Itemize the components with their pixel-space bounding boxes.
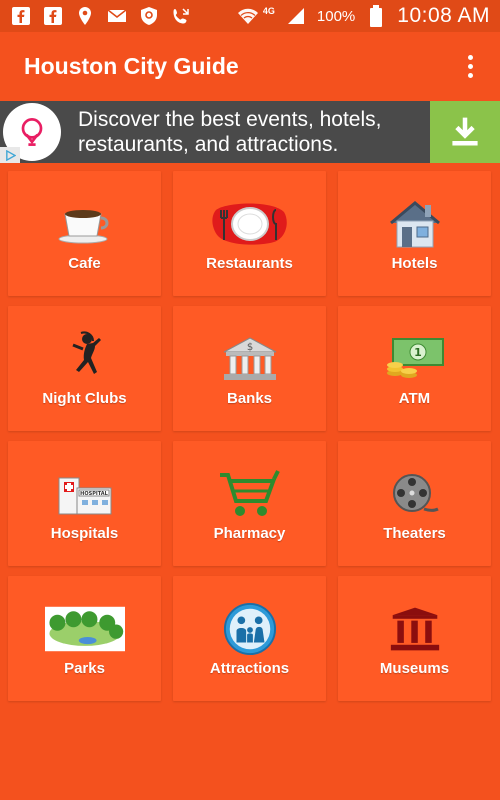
status-notifications (10, 6, 192, 26)
category-atm[interactable]: 1 ATM (338, 306, 491, 431)
family-icon (210, 600, 290, 658)
location-pin-icon (74, 6, 96, 26)
location-bulb-icon (21, 118, 43, 146)
ad-text-line: restaurants, and attractions. (78, 133, 339, 156)
ad-banner[interactable]: Discover the best events, hotels, restau… (0, 101, 500, 163)
battery-percent: 100% (316, 7, 356, 25)
category-label: Restaurants (206, 255, 293, 272)
wifi-icon (237, 6, 259, 26)
svg-text:$: $ (246, 342, 252, 353)
svg-text:1: 1 (414, 346, 422, 359)
category-label: Cafe (68, 255, 101, 272)
category-label: Night Clubs (42, 390, 127, 407)
category-label: Hotels (391, 255, 438, 272)
ad-logo[interactable] (0, 101, 64, 163)
category-label: Parks (64, 660, 105, 677)
category-banks[interactable]: $ Banks (173, 306, 326, 431)
app-title: Houston City Guide (24, 53, 239, 79)
ad-text-line: Discover the best events, hotels, (78, 108, 382, 131)
category-label: Museums (379, 660, 450, 677)
category-hospitals[interactable]: HOSPITAL Hospitals (8, 441, 161, 566)
shield-icon (138, 6, 160, 26)
menu-dot (467, 73, 473, 78)
svg-text:HOSPITAL: HOSPITAL (80, 491, 108, 497)
hospital-icon: HOSPITAL (45, 465, 125, 523)
battery-icon (365, 5, 387, 27)
dancer-icon (45, 330, 125, 388)
status-system: 4G 100% 10:08 AM (237, 4, 490, 28)
download-icon (452, 117, 478, 146)
network-type: 4G (262, 6, 275, 16)
category-label: Banks (226, 390, 273, 407)
category-cafe[interactable]: Cafe (8, 171, 161, 296)
signal-icon (285, 6, 307, 26)
category-label: ATM (398, 390, 431, 407)
menu-dot (467, 64, 473, 69)
facebook-icon (10, 6, 32, 26)
category-theaters[interactable]: Theaters (338, 441, 491, 566)
ad-choices-icon[interactable] (0, 147, 20, 163)
clock: 10:08 AM (397, 4, 490, 27)
category-grid: Cafe Restaurants Hotels Night Clubs $ Ba… (8, 171, 492, 701)
category-label: Pharmacy (213, 525, 286, 542)
ad-text[interactable]: Discover the best events, hotels, restau… (64, 107, 430, 157)
category-restaurants[interactable]: Restaurants (173, 171, 326, 296)
app-bar: Houston City Guide (0, 32, 500, 101)
mail-icon (106, 6, 128, 26)
category-label: Theaters (383, 525, 446, 542)
museum-icon (375, 600, 455, 658)
category-night-clubs[interactable]: Night Clubs (8, 306, 161, 431)
category-label: Hospitals (50, 525, 119, 542)
category-attractions[interactable]: Attractions (173, 576, 326, 701)
bank-icon: $ (210, 330, 290, 388)
coffee-cup-icon (45, 195, 125, 253)
facebook-icon (42, 6, 64, 26)
film-reel-icon (375, 465, 455, 523)
category-label: Attractions (209, 660, 290, 677)
status-bar: 4G 100% 10:08 AM (0, 0, 500, 32)
shopping-cart-icon (210, 465, 290, 523)
category-parks[interactable]: Parks (8, 576, 161, 701)
category-pharmacy[interactable]: Pharmacy (173, 441, 326, 566)
money-icon: 1 (375, 330, 455, 388)
plate-utensils-icon (210, 195, 290, 253)
category-museums[interactable]: Museums (338, 576, 491, 701)
park-icon (44, 600, 125, 658)
house-icon (375, 195, 455, 253)
category-hotels[interactable]: Hotels (338, 171, 491, 296)
phone-arrow-icon (170, 6, 192, 26)
overflow-menu-icon[interactable] (460, 47, 480, 87)
menu-dot (467, 55, 473, 60)
download-button[interactable] (430, 101, 500, 163)
